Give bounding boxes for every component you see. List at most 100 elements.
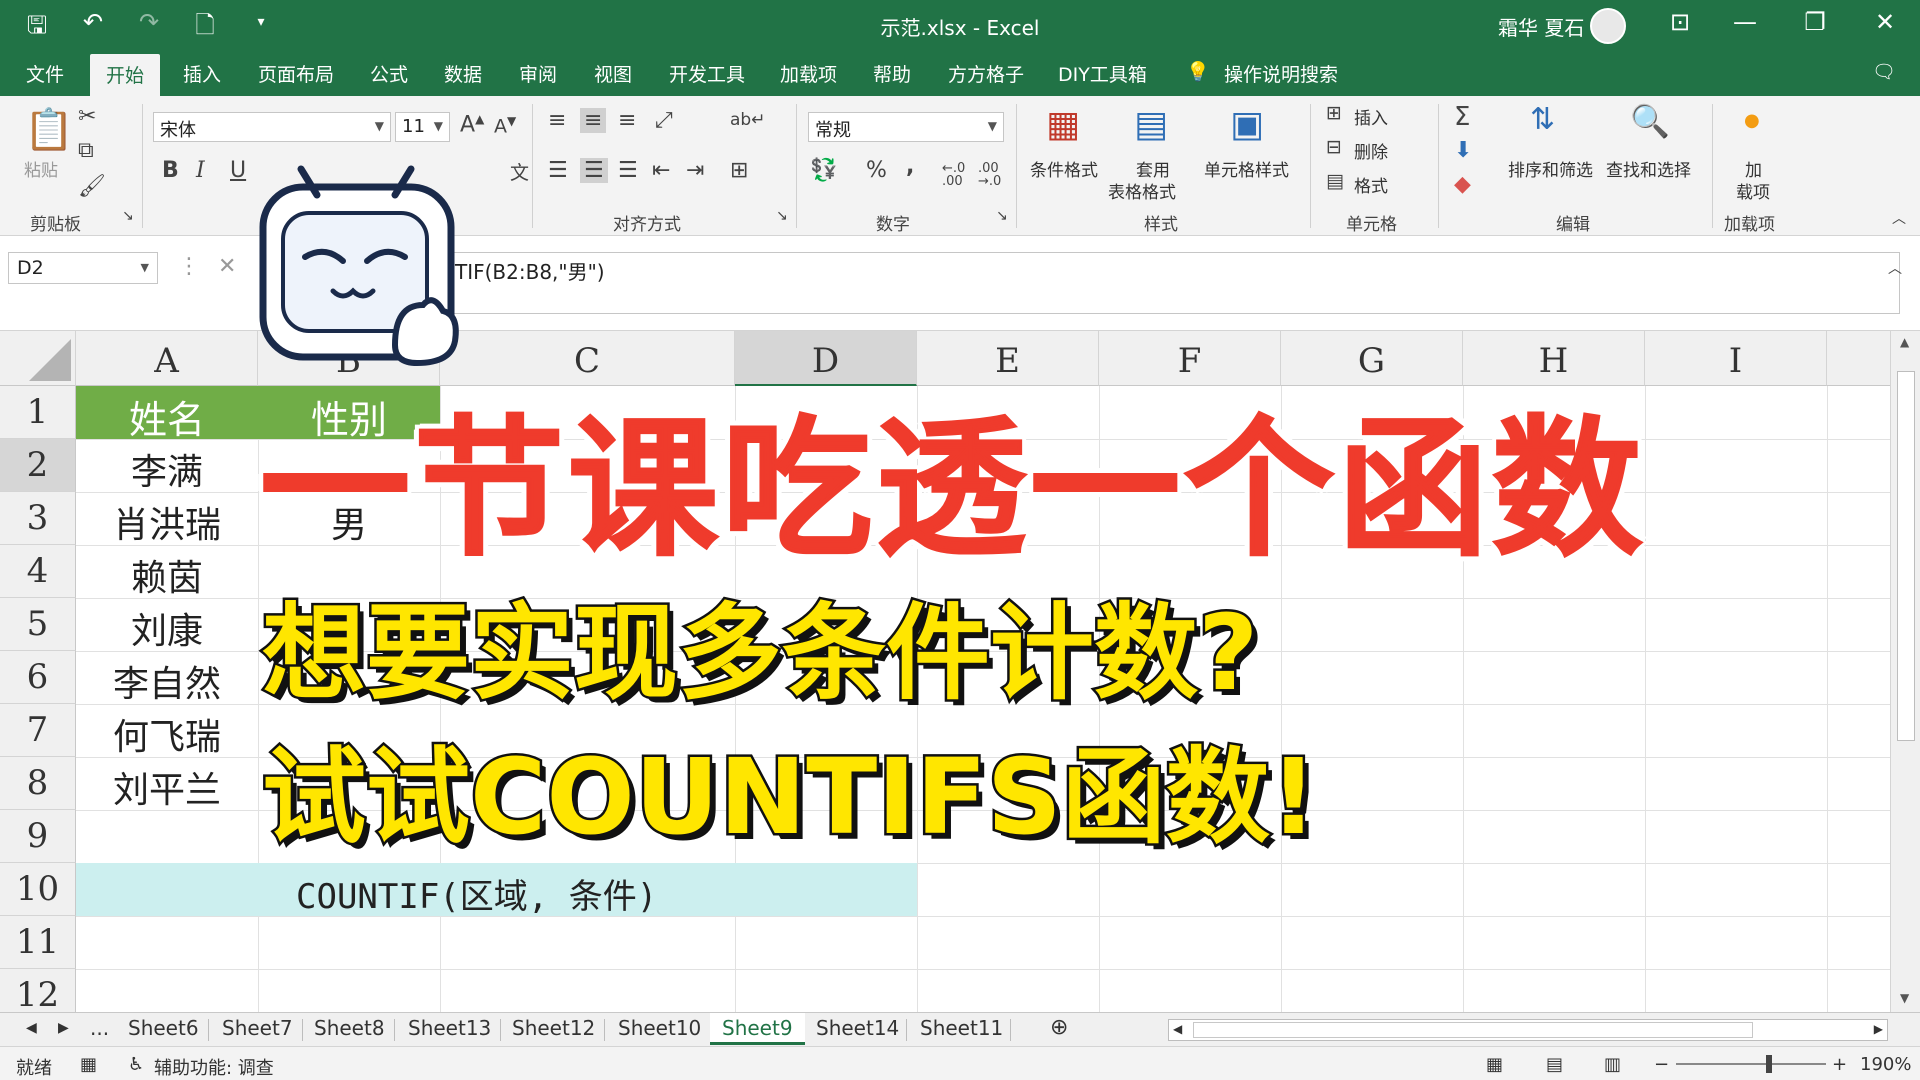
- clear-icon[interactable]: ◆: [1454, 172, 1471, 197]
- paste-icon[interactable]: 📋: [24, 106, 74, 153]
- autosum-icon[interactable]: Σ: [1454, 102, 1470, 132]
- font-size-select[interactable]: 11 ▼: [395, 112, 450, 142]
- zoom-level[interactable]: 190%: [1860, 1054, 1911, 1075]
- name-cell[interactable]: 赖茵: [76, 549, 258, 601]
- format-cells-button[interactable]: 格式: [1354, 172, 1388, 197]
- vertical-scroll-thumb[interactable]: [1897, 371, 1915, 741]
- font-name-select[interactable]: 宋体 ▼: [153, 112, 391, 142]
- cell-styles-button[interactable]: 单元格样式: [1204, 156, 1289, 181]
- tab-view[interactable]: 视图: [594, 60, 632, 87]
- select-all-corner[interactable]: [0, 331, 76, 386]
- find-select-icon[interactable]: 🔍: [1630, 102, 1670, 140]
- name-cell[interactable]: 李满: [76, 443, 258, 495]
- increase-decimal-icon[interactable]: ←.0.00: [942, 162, 965, 188]
- insert-cells-button[interactable]: 插入: [1354, 104, 1388, 129]
- underline-button[interactable]: U: [230, 158, 246, 183]
- italic-button[interactable]: I: [196, 158, 205, 183]
- zoom-in-icon[interactable]: +: [1832, 1054, 1847, 1075]
- sheet-tab[interactable]: Sheet8: [314, 1016, 385, 1040]
- maximize-button[interactable]: ❐: [1795, 8, 1835, 36]
- ribbon-display-icon[interactable]: ⊡: [1660, 8, 1700, 36]
- lightbulb-icon[interactable]: 💡: [1186, 60, 1210, 83]
- insert-cells-icon[interactable]: ⊞: [1326, 102, 1342, 124]
- align-bottom-icon[interactable]: ≡: [618, 108, 636, 133]
- tab-formulas[interactable]: 公式: [370, 60, 408, 87]
- column-header-a[interactable]: A: [76, 331, 258, 386]
- name-cell[interactable]: 何飞瑞: [76, 708, 258, 760]
- header-name-cell[interactable]: 姓名: [76, 389, 258, 444]
- tab-fangfang[interactable]: 方方格子: [948, 60, 1024, 87]
- merge-center-icon[interactable]: ⊞: [730, 158, 748, 183]
- page-break-view-icon[interactable]: ▥: [1604, 1054, 1621, 1075]
- row-header-6[interactable]: 6: [0, 651, 76, 704]
- name-box[interactable]: D2 ▼: [8, 252, 158, 284]
- decrease-indent-icon[interactable]: ⇤: [652, 158, 670, 183]
- align-left-icon[interactable]: ☰: [548, 158, 568, 183]
- fill-icon[interactable]: ⬇: [1454, 138, 1472, 163]
- percent-button[interactable]: %: [866, 158, 887, 183]
- delete-cells-button[interactable]: 删除: [1354, 138, 1388, 163]
- row-header-9[interactable]: 9: [0, 810, 76, 863]
- accessibility-status[interactable]: 辅助功能: 调查: [154, 1054, 274, 1080]
- zoom-out-icon[interactable]: −: [1654, 1054, 1669, 1075]
- sort-filter-icon[interactable]: ⇅: [1530, 102, 1555, 137]
- sheet-tab[interactable]: Sheet6: [128, 1016, 199, 1040]
- scroll-up-icon[interactable]: ▲: [1900, 335, 1909, 349]
- tab-page-layout[interactable]: 页面布局: [258, 60, 334, 87]
- addins-line2[interactable]: 载项: [1736, 178, 1770, 203]
- row-header-4[interactable]: 4: [0, 545, 76, 598]
- sheet-tab[interactable]: Sheet12: [512, 1016, 595, 1040]
- conditional-formatting-icon[interactable]: ▦: [1046, 104, 1080, 145]
- horizontal-scrollbar[interactable]: ◀ ▶: [1168, 1019, 1888, 1041]
- close-button[interactable]: ✕: [1865, 8, 1905, 36]
- collapse-ribbon-icon[interactable]: ︿: [1892, 208, 1906, 228]
- bold-button[interactable]: B: [162, 158, 179, 183]
- countif-syntax-note[interactable]: COUNTIF(区域, 条件): [296, 869, 657, 918]
- increase-indent-icon[interactable]: ⇥: [686, 158, 704, 183]
- cut-icon[interactable]: ✂: [78, 104, 96, 129]
- prev-sheet-icon[interactable]: ◀: [26, 1020, 37, 1036]
- row-header-12[interactable]: 12: [0, 969, 76, 1012]
- name-cell[interactable]: 李自然: [76, 655, 258, 707]
- tell-me-search[interactable]: 操作说明搜索: [1224, 60, 1338, 87]
- decrease-decimal-icon[interactable]: .00 →.0: [978, 162, 1001, 188]
- user-name[interactable]: 霜华 夏石: [1498, 12, 1584, 41]
- delete-cells-icon[interactable]: ⊟: [1326, 136, 1342, 158]
- next-sheet-icon[interactable]: ▶: [58, 1020, 69, 1036]
- format-as-table-line2[interactable]: 表格格式: [1108, 178, 1176, 203]
- scroll-right-icon[interactable]: ▶: [1874, 1022, 1883, 1036]
- row-header-10[interactable]: 10: [0, 863, 76, 916]
- tab-home[interactable]: 开始: [90, 54, 161, 96]
- comments-icon[interactable]: 🗨: [1872, 60, 1896, 83]
- align-middle-icon[interactable]: ≡: [580, 108, 607, 133]
- name-cell[interactable]: 刘平兰: [76, 761, 258, 813]
- sheet-tab[interactable]: Sheet11: [920, 1016, 1003, 1040]
- phonetic-icon[interactable]: 文: [510, 158, 529, 185]
- minimize-button[interactable]: —: [1725, 8, 1765, 36]
- paste-label[interactable]: 粘贴: [24, 156, 58, 181]
- format-cells-icon[interactable]: ▤: [1326, 170, 1344, 192]
- scroll-left-icon[interactable]: ◀: [1173, 1022, 1182, 1036]
- addin-icon[interactable]: ●: [1744, 110, 1760, 131]
- name-cell[interactable]: 肖洪瑞: [76, 496, 258, 548]
- row-header-5[interactable]: 5: [0, 598, 76, 651]
- find-select-button[interactable]: 查找和选择: [1606, 156, 1691, 181]
- dialog-launcher-icon[interactable]: ↘: [122, 208, 134, 224]
- add-sheet-icon[interactable]: ⊕: [1050, 1015, 1068, 1040]
- conditional-formatting-button[interactable]: 条件格式: [1030, 156, 1098, 181]
- name-cell[interactable]: 刘康: [76, 602, 258, 654]
- dialog-launcher-icon[interactable]: ↘: [776, 208, 788, 224]
- sheet-tab[interactable]: Sheet7: [222, 1016, 293, 1040]
- format-as-table-icon[interactable]: ▤: [1134, 104, 1168, 145]
- sheet-tab[interactable]: Sheet13: [408, 1016, 491, 1040]
- avatar[interactable]: [1590, 8, 1626, 44]
- zoom-slider-thumb[interactable]: [1766, 1055, 1772, 1073]
- column-header-i[interactable]: I: [1645, 331, 1827, 386]
- format-painter-icon[interactable]: 🖌: [78, 174, 106, 199]
- tab-help[interactable]: 帮助: [873, 60, 911, 87]
- row-header-1[interactable]: 1: [0, 386, 76, 439]
- sheet-tab-active[interactable]: Sheet9: [710, 1013, 805, 1045]
- copy-icon[interactable]: ⧉: [78, 138, 94, 163]
- tab-data[interactable]: 数据: [444, 60, 482, 87]
- cancel-entry-icon[interactable]: ✕: [218, 254, 236, 279]
